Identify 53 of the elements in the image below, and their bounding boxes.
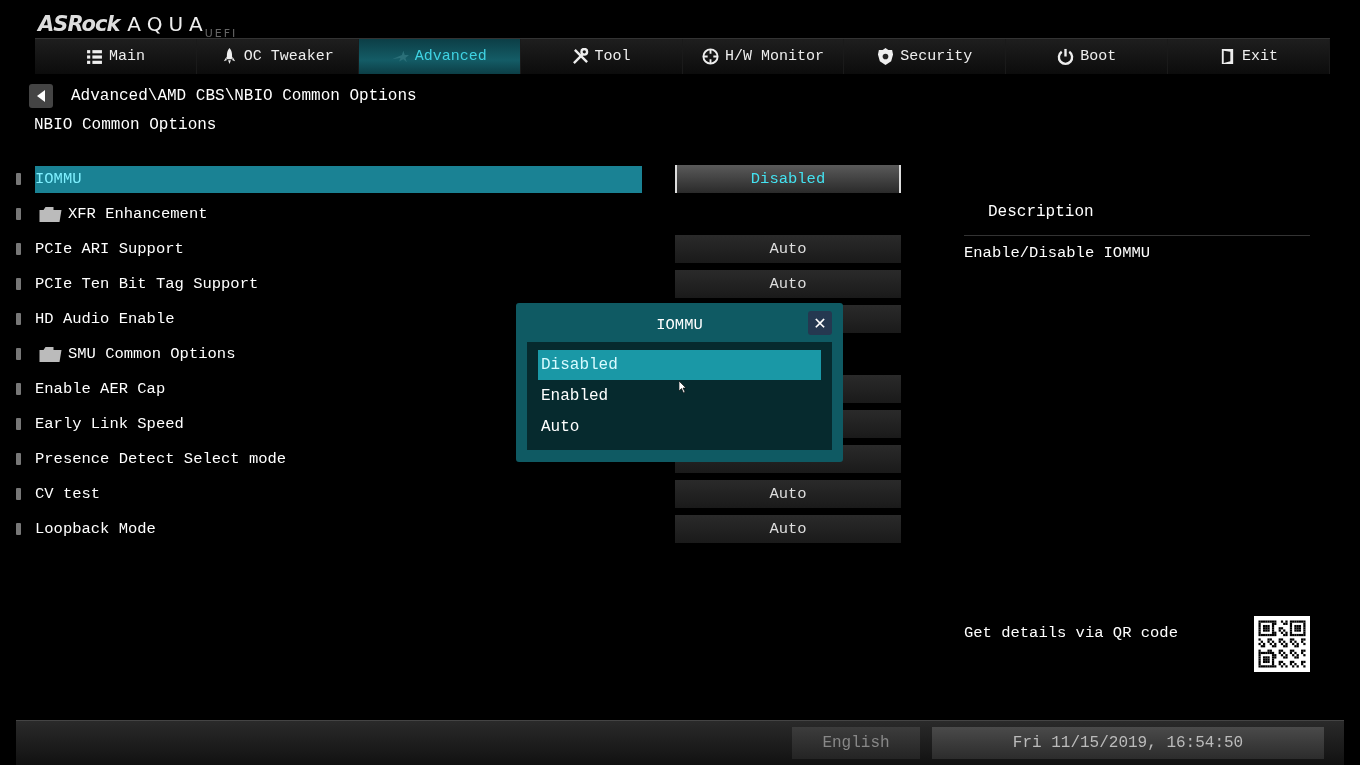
value-dropdown[interactable]: Auto xyxy=(675,515,901,543)
setting-item[interactable]: Loopback Mode xyxy=(35,515,642,543)
star-icon xyxy=(391,48,409,65)
menu-tab[interactable]: Exit xyxy=(1168,39,1330,74)
description-heading: Description xyxy=(987,203,1095,221)
badge-icon xyxy=(877,48,895,65)
row-marker xyxy=(16,208,21,220)
power-icon xyxy=(1057,48,1075,65)
menu-tab[interactable]: OC Tweaker xyxy=(196,39,359,74)
menu-tab[interactable]: H/W Monitor xyxy=(682,39,845,74)
crosshair-icon xyxy=(701,48,719,65)
menu-tab[interactable]: Main xyxy=(35,39,197,74)
language-button[interactable]: English xyxy=(792,727,920,759)
qr-code xyxy=(1254,616,1310,672)
breadcrumb-path: Advanced\AMD CBS\NBIO Common Options xyxy=(71,87,417,105)
brand-logo: ASRock xyxy=(38,12,120,36)
menu-tab[interactable]: Security xyxy=(844,39,1007,74)
row-marker xyxy=(16,348,21,360)
value-dropdown[interactable]: Disabled xyxy=(675,165,901,193)
qr-hint-text: Get details via QR code xyxy=(964,624,1178,642)
folder-icon xyxy=(39,206,62,222)
date-time-display: Fri 11/15/2019, 16:54:50 xyxy=(932,727,1324,759)
setting-item[interactable]: PCIe Ten Bit Tag Support xyxy=(35,270,642,298)
tools-icon xyxy=(571,48,589,65)
row-marker xyxy=(16,488,21,500)
value-dropdown[interactable]: Auto xyxy=(675,235,901,263)
row-marker xyxy=(16,523,21,535)
menu-tab[interactable]: Tool xyxy=(520,39,683,74)
menu-tab[interactable]: Advanced xyxy=(358,39,521,74)
description-text: Enable/Disable IOMMU xyxy=(964,235,1310,262)
list-icon xyxy=(85,48,103,65)
back-button[interactable] xyxy=(29,84,53,108)
back-arrow-icon xyxy=(36,90,46,102)
row-marker xyxy=(16,243,21,255)
setting-item[interactable]: XFR Enhancement xyxy=(35,200,642,228)
mouse-pointer-icon xyxy=(679,381,687,393)
row-marker xyxy=(16,383,21,395)
dialog-title: IOMMU xyxy=(656,316,703,334)
option-item[interactable]: Auto xyxy=(538,412,821,442)
row-marker xyxy=(16,453,21,465)
page-title: NBIO Common Options xyxy=(34,116,218,134)
menu-tab[interactable]: Boot xyxy=(1006,39,1169,74)
setting-item[interactable]: CV test xyxy=(35,480,642,508)
close-button[interactable]: ✕ xyxy=(808,311,832,335)
setting-item[interactable]: PCIe ARI Support xyxy=(35,235,642,263)
row-marker xyxy=(16,418,21,430)
row-marker xyxy=(16,278,21,290)
folder-icon xyxy=(39,346,62,362)
value-dropdown[interactable]: Auto xyxy=(675,270,901,298)
row-marker xyxy=(16,173,21,185)
option-item[interactable]: Enabled xyxy=(538,381,821,411)
row-marker xyxy=(16,313,21,325)
value-dropdown[interactable]: Auto xyxy=(675,480,901,508)
